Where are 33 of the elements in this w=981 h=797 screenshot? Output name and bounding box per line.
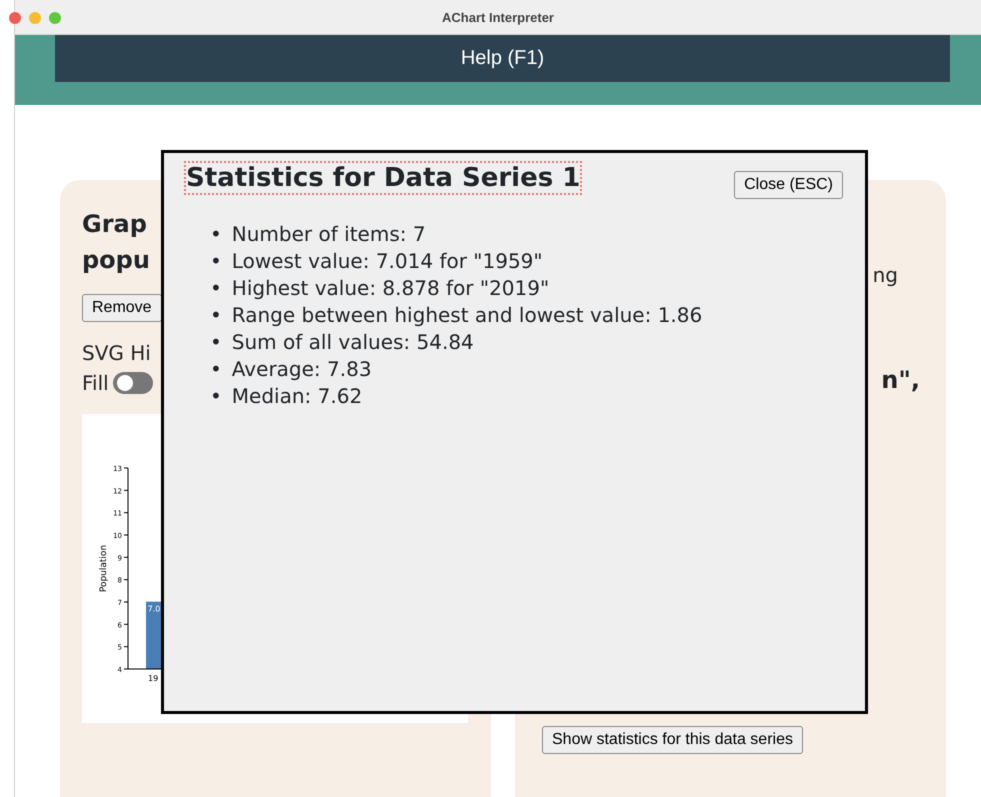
bullet: • [210,221,222,248]
x-tick-label: 19 [148,674,158,683]
bullet: • [210,302,222,329]
statistic-item: Median: 7.62 [232,383,362,410]
bullet: • [210,356,222,383]
heading-fragment: popu [82,245,150,276]
window-title: AChart Interpreter [442,10,554,24]
remove-button[interactable]: Remove [82,294,162,322]
heading-fragment: n", [881,365,921,396]
show-statistics-button[interactable]: Show statistics for this data series [542,726,803,754]
dialog-title: Statistics for Data Series 1 [186,163,580,193]
text-fragment: ng [872,262,898,289]
statistic-item: Sum of all values: 54.84 [232,329,474,356]
maximize-window-icon[interactable] [49,12,61,24]
statistic-item: Lowest value: 7.014 for "1959" [232,248,543,275]
statistic-item: Highest value: 8.878 for "2019" [232,275,550,302]
bar-value-label: 7.0 [148,604,160,614]
statistic-item: Number of items: 7 [232,221,426,248]
help-button[interactable]: Help (F1) [55,35,950,82]
bullet: • [210,248,222,275]
statistic-item: Average: 7.83 [232,356,372,383]
heading-fragment: Grap [82,209,147,240]
statistic-item: Range between highest and lowest value: 1.86 [232,302,702,329]
bullet: • [210,329,222,356]
close-button[interactable]: Close (ESC) [734,171,843,199]
fill-label: Fill [82,370,109,397]
fill-toggle[interactable] [112,372,153,394]
bullet: • [210,275,222,302]
y-axis-label: Population [99,544,109,592]
svg-label: SVG Hi [82,340,151,367]
bar [146,602,162,669]
close-window-icon[interactable] [9,12,21,24]
bullet: • [210,383,222,410]
